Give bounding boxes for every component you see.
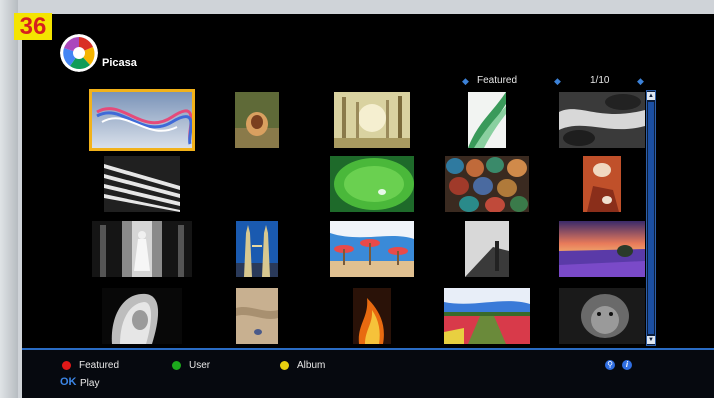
monkey-photo[interactable] — [559, 288, 645, 344]
grid-cell[interactable] — [207, 288, 307, 344]
picasa-logo-icon — [60, 34, 98, 72]
grid-cell[interactable] — [207, 92, 307, 148]
grid-cell[interactable] — [437, 92, 537, 148]
street-photo[interactable] — [465, 221, 509, 277]
tulip-field-photo[interactable] — [444, 288, 530, 344]
woman-corridor-photo[interactable] — [92, 221, 192, 277]
hair-portrait-photo[interactable] — [102, 288, 182, 344]
green-curves-photo[interactable] — [468, 92, 506, 148]
scroll-down-icon[interactable]: ▼ — [647, 336, 655, 344]
misty-forest-photo[interactable] — [334, 92, 410, 148]
app-title: Picasa — [102, 57, 137, 69]
ok-key-icon: OK — [60, 376, 77, 388]
app-header: Picasa — [60, 34, 137, 72]
tv-bezel — [0, 0, 18, 398]
grid-cell[interactable] — [437, 221, 537, 277]
button-legend: Featured User Album ⚲ i OK Play — [22, 350, 714, 398]
photo-grid — [82, 90, 645, 350]
grid-cell[interactable] — [92, 92, 192, 148]
search-icon[interactable]: ⚲ — [605, 360, 615, 370]
beach-umbrellas-photo[interactable] — [330, 221, 414, 277]
category-bar: ◆ Featured ◆ 1/10 ◆ — [462, 75, 652, 89]
arrow-left-icon[interactable]: ◆ — [462, 76, 469, 87]
scroll-thumb[interactable] — [648, 102, 654, 334]
swirl-ribbons-photo[interactable] — [92, 92, 192, 148]
grid-cell[interactable] — [322, 288, 422, 344]
yellow-button-icon — [280, 361, 289, 370]
legend-featured-label: Featured — [79, 360, 120, 371]
fire-photo[interactable] — [353, 288, 391, 344]
grid-cell[interactable] — [322, 221, 422, 277]
scroll-up-icon[interactable]: ▲ — [647, 92, 655, 100]
lotus-leaf-photo[interactable] — [330, 156, 414, 212]
grid-cell[interactable] — [552, 221, 652, 277]
grid-cell[interactable] — [92, 288, 192, 344]
grid-cell[interactable] — [322, 156, 422, 212]
grid-cell[interactable] — [552, 288, 652, 344]
petronas-towers-photo[interactable] — [236, 221, 278, 277]
current-category: Featured — [477, 75, 518, 86]
grid-cell[interactable] — [437, 156, 537, 212]
vertical-scrollbar[interactable]: ▲ ▼ — [646, 90, 656, 346]
page-counter: 1/10 — [590, 75, 610, 86]
grid-cell[interactable] — [552, 156, 652, 212]
lavender-field-photo[interactable] — [559, 221, 645, 277]
info-icon[interactable]: i — [622, 360, 632, 370]
legend-user[interactable]: User — [172, 360, 210, 371]
pebbles-photo[interactable] — [445, 156, 529, 212]
grid-cell[interactable] — [322, 92, 422, 148]
arrow-left-icon[interactable]: ◆ — [554, 76, 561, 87]
legend-album-label: Album — [297, 360, 326, 371]
arrow-right-icon[interactable]: ◆ — [637, 76, 644, 87]
rock-arch-photo[interactable] — [583, 156, 621, 212]
grid-cell[interactable] — [92, 221, 192, 277]
grid-cell[interactable] — [437, 288, 537, 344]
legend-album[interactable]: Album — [280, 360, 325, 371]
page-number-badge: 36 — [14, 13, 52, 40]
ok-play-label: Play — [80, 378, 100, 389]
shell-photo[interactable] — [235, 92, 279, 148]
green-button-icon — [172, 361, 181, 370]
grid-cell[interactable] — [92, 156, 192, 212]
legend-user-label: User — [189, 360, 211, 371]
striped-stairs-photo[interactable] — [104, 156, 180, 212]
water-rocks-photo[interactable] — [559, 92, 645, 148]
legend-featured[interactable]: Featured — [62, 360, 119, 371]
red-button-icon — [62, 361, 71, 370]
grid-cell[interactable] — [207, 221, 307, 277]
grid-cell[interactable] — [552, 92, 652, 148]
sand-photo[interactable] — [236, 288, 278, 344]
picasa-screen: Picasa ◆ Featured ◆ 1/10 ◆ ▲ ▼ Featured … — [22, 14, 714, 398]
